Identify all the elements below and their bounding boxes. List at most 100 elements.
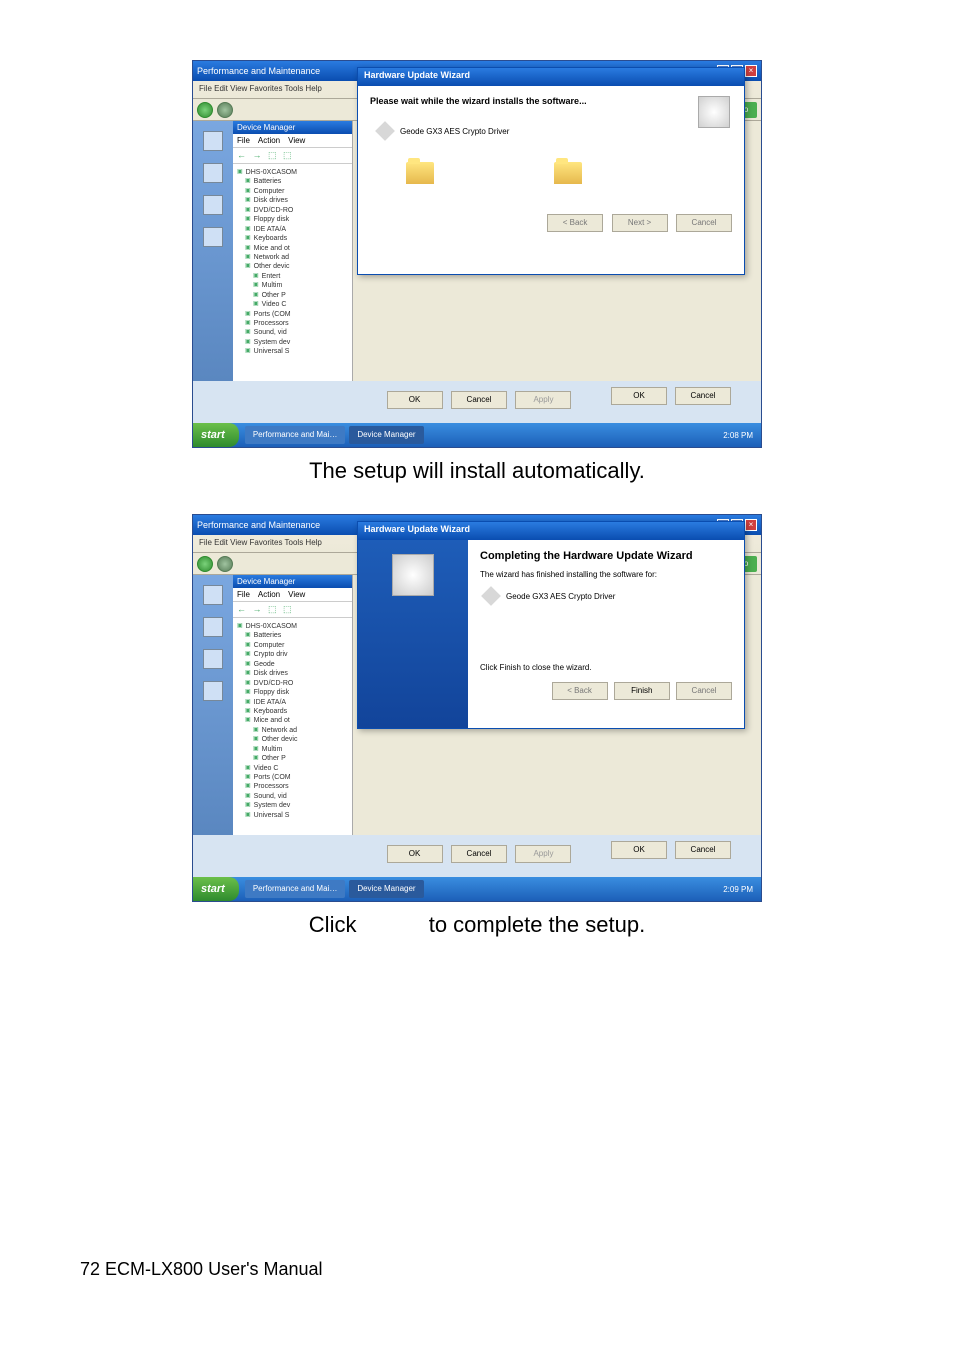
tree-item[interactable]: Processors: [245, 782, 348, 791]
tree-item[interactable]: Computer: [245, 187, 348, 196]
ok-button[interactable]: OK: [387, 845, 443, 863]
taskbar-item[interactable]: Performance and Mai…: [245, 880, 345, 898]
tree-item[interactable]: Network ad: [253, 726, 348, 735]
device-manager-panel: Device Manager File Action View ← → ⬚ ⬚ …: [233, 121, 353, 381]
wizard-graphic-icon: [698, 96, 730, 128]
tree-item[interactable]: IDE ATA/A: [245, 698, 348, 707]
tray-time: 2:09 PM: [723, 885, 753, 894]
apply-button: Apply: [515, 845, 571, 863]
cancel-button[interactable]: Cancel: [451, 845, 507, 863]
sidebar-icon[interactable]: [203, 617, 223, 637]
tree-item[interactable]: Sound, vid: [245, 328, 348, 337]
system-tray[interactable]: 2:09 PM: [715, 885, 761, 894]
tree-item[interactable]: Batteries: [245, 177, 348, 186]
device-manager-menu[interactable]: File Action View: [233, 134, 352, 148]
finish-button[interactable]: Finish: [614, 682, 670, 700]
sidebar-icon[interactable]: [203, 131, 223, 151]
tree-item[interactable]: Other devic: [245, 262, 348, 271]
sidebar-icon[interactable]: [203, 681, 223, 701]
tree-item[interactable]: Batteries: [245, 631, 348, 640]
tree-item[interactable]: Universal S: [245, 347, 348, 356]
wizard-graphic-icon: [392, 554, 434, 596]
tree-item[interactable]: Disk drives: [245, 669, 348, 678]
folder-source-icon: [406, 162, 434, 184]
device-manager-toolbar[interactable]: ← → ⬚ ⬚: [233, 148, 352, 164]
cancel-button[interactable]: Cancel: [451, 391, 507, 409]
tree-item[interactable]: IDE ATA/A: [245, 225, 348, 234]
taskbar-item[interactable]: Device Manager: [349, 880, 423, 898]
perf-maintenance-window: Performance and Maintenance _ □ × File E…: [192, 514, 762, 902]
close-icon[interactable]: ×: [745, 65, 757, 77]
hardware-update-wizard: Hardware Update Wizard Please wait while…: [357, 67, 745, 275]
screenshot-completing: Performance and Maintenance _ □ × File E…: [192, 514, 762, 902]
properties-ok-button[interactable]: OK: [611, 387, 667, 405]
tree-item[interactable]: Entert: [253, 272, 348, 281]
tree-item[interactable]: Geode: [245, 660, 348, 669]
tree-item[interactable]: Crypto driv: [245, 650, 348, 659]
tree-item[interactable]: Processors: [245, 319, 348, 328]
folder-dest-icon: [554, 162, 582, 184]
wizard-line: The wizard has finished installing the s…: [480, 570, 732, 579]
properties-ok-button[interactable]: OK: [611, 841, 667, 859]
taskbar: start Performance and Mai… Device Manage…: [193, 423, 761, 447]
tree-item[interactable]: Sound, vid: [245, 792, 348, 801]
tree-item[interactable]: Multim: [253, 745, 348, 754]
tree-item[interactable]: Video C: [253, 300, 348, 309]
tree-item[interactable]: Ports (COM: [245, 310, 348, 319]
start-button[interactable]: start: [193, 423, 239, 447]
device-manager-toolbar[interactable]: ← → ⬚ ⬚: [233, 602, 352, 618]
device-manager-menu[interactable]: File Action View: [233, 588, 352, 602]
tree-item[interactable]: Floppy disk: [245, 215, 348, 224]
sidebar-icon[interactable]: [203, 163, 223, 183]
properties-cancel-button[interactable]: Cancel: [675, 387, 731, 405]
tree-item[interactable]: Multim: [253, 281, 348, 290]
tree-item[interactable]: Universal S: [245, 811, 348, 820]
sidebar-icon[interactable]: [203, 227, 223, 247]
tree-item[interactable]: Video C: [245, 764, 348, 773]
sidebar-icon[interactable]: [203, 585, 223, 605]
back-icon[interactable]: [197, 556, 213, 572]
ok-button[interactable]: OK: [387, 391, 443, 409]
tree-item[interactable]: Mice and ot: [245, 716, 348, 725]
window-title: Performance and Maintenance: [197, 66, 320, 76]
system-tray[interactable]: 2:08 PM: [715, 431, 761, 440]
tree-item[interactable]: DVD/CD-RO: [245, 206, 348, 215]
tree-item[interactable]: Other P: [253, 754, 348, 763]
tree-item[interactable]: Keyboards: [245, 234, 348, 243]
page-footer: 72 ECM-LX800 User's Manual: [80, 1259, 323, 1280]
taskbar-item[interactable]: Device Manager: [349, 426, 423, 444]
back-icon[interactable]: [197, 102, 213, 118]
tree-item[interactable]: Computer: [245, 641, 348, 650]
cancel-button[interactable]: Cancel: [676, 214, 732, 232]
wizard-side-graphic: [358, 540, 468, 728]
wizard-heading: Please wait while the wizard installs th…: [370, 96, 732, 106]
driver-name: Geode GX3 AES Crypto Driver: [400, 127, 509, 136]
tree-item[interactable]: DVD/CD-RO: [245, 679, 348, 688]
close-icon[interactable]: ×: [745, 519, 757, 531]
back-button: < Back: [547, 214, 603, 232]
apply-button: Apply: [515, 391, 571, 409]
tree-item[interactable]: Mice and ot: [245, 244, 348, 253]
tree-item[interactable]: Floppy disk: [245, 688, 348, 697]
next-button: Next >: [612, 214, 668, 232]
tree-item[interactable]: Ports (COM: [245, 773, 348, 782]
tree-item[interactable]: Other devic: [253, 735, 348, 744]
perf-maintenance-window: Performance and Maintenance _ □ × File E…: [192, 60, 762, 448]
tree-item[interactable]: System dev: [245, 801, 348, 810]
tree-item[interactable]: Disk drives: [245, 196, 348, 205]
forward-icon[interactable]: [217, 556, 233, 572]
device-tree[interactable]: DHS-0XCASOMBatteriesComputerDisk drivesD…: [233, 164, 352, 361]
wizard-title: Hardware Update Wizard: [358, 522, 744, 540]
left-sidebar: [193, 575, 233, 835]
start-button[interactable]: start: [193, 877, 239, 901]
sidebar-icon[interactable]: [203, 195, 223, 215]
tree-item[interactable]: System dev: [245, 338, 348, 347]
properties-cancel-button[interactable]: Cancel: [675, 841, 731, 859]
tree-item[interactable]: Keyboards: [245, 707, 348, 716]
taskbar-item[interactable]: Performance and Mai…: [245, 426, 345, 444]
forward-icon[interactable]: [217, 102, 233, 118]
tree-item[interactable]: Network ad: [245, 253, 348, 262]
device-tree[interactable]: DHS-0XCASOMBatteriesComputerCrypto drivG…: [233, 618, 352, 824]
tree-item[interactable]: Other P: [253, 291, 348, 300]
sidebar-icon[interactable]: [203, 649, 223, 669]
